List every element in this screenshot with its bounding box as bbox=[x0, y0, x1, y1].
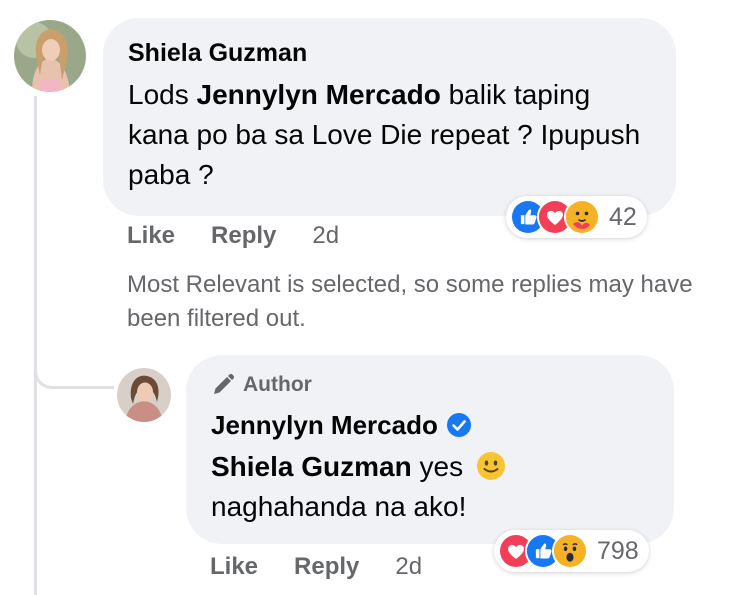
wow-icon bbox=[552, 533, 588, 569]
reply-like-button[interactable]: Like bbox=[210, 553, 258, 581]
reaction-summary[interactable]: 42 bbox=[506, 196, 647, 238]
comment-mention[interactable]: Jennylyn Mercado bbox=[197, 79, 441, 110]
thread-branch bbox=[34, 355, 114, 389]
comment-text-before: Lods bbox=[128, 79, 197, 110]
avatar[interactable] bbox=[14, 20, 86, 92]
reply-reaction-summary[interactable]: 798 bbox=[494, 530, 649, 572]
reply-timestamp[interactable]: 2d bbox=[395, 553, 422, 581]
like-button[interactable]: Like bbox=[127, 222, 175, 250]
pencil-icon bbox=[214, 373, 235, 394]
comment-bubble: Shiela Guzman Lods Jennylyn Mercado bali… bbox=[103, 18, 676, 216]
reaction-count: 42 bbox=[609, 202, 637, 231]
reply-text-line2: naghahanda na ako! bbox=[211, 491, 467, 522]
comment-text: Lods Jennylyn Mercado balik taping kana … bbox=[128, 75, 652, 195]
filter-notice: Most Relevant is selected, so some repli… bbox=[127, 271, 693, 332]
author-badge: Author bbox=[211, 371, 650, 399]
comment-author[interactable]: Shiela Guzman bbox=[128, 37, 652, 69]
thread-line bbox=[34, 96, 37, 595]
reply-actions: Like Reply 2d bbox=[210, 553, 422, 581]
reply-text-after: yes bbox=[411, 451, 464, 482]
reply-mention[interactable]: Shiela Guzman bbox=[211, 451, 412, 482]
care-icon bbox=[564, 199, 600, 235]
verified-icon bbox=[446, 413, 471, 437]
reply-button[interactable]: Reply bbox=[211, 222, 276, 250]
reply-avatar[interactable] bbox=[117, 368, 171, 422]
reply-text: Shiela Guzman yes naghahanda na ako! bbox=[211, 447, 650, 527]
comment-timestamp[interactable]: 2d bbox=[312, 222, 339, 250]
reply-reaction-count: 798 bbox=[597, 536, 639, 565]
reply-author[interactable]: Jennylyn Mercado bbox=[211, 409, 438, 441]
author-badge-label: Author bbox=[243, 373, 312, 396]
reply-bubble: Author Jennylyn Mercado Shiela Guzman ye… bbox=[186, 355, 674, 544]
comment-actions: Like Reply 2d bbox=[127, 222, 339, 250]
reply-name-row: Jennylyn Mercado bbox=[211, 409, 650, 441]
smile-emoji-icon bbox=[476, 452, 505, 480]
reply-reply-button[interactable]: Reply bbox=[294, 553, 359, 581]
